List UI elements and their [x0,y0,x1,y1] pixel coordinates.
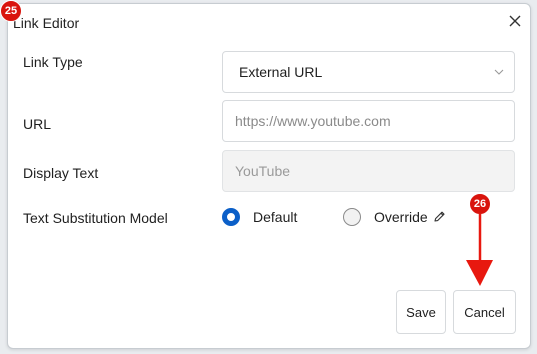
dialog-title: Link Editor [13,15,80,31]
url-input[interactable]: https://www.youtube.com [222,100,515,142]
radio-default-circle[interactable] [222,208,240,226]
substitution-label: Text Substitution Model [23,210,168,226]
url-placeholder: https://www.youtube.com [235,113,391,129]
pencil-icon[interactable] [433,210,446,224]
radio-override-label: Override [374,209,428,225]
chevron-down-icon [494,69,504,75]
display-text-label: Display Text [23,165,99,181]
link-type-select[interactable]: External URL [222,51,515,93]
link-type-label: Link Type [23,54,83,70]
annotation-badge-25: 25 [0,0,22,22]
save-button[interactable]: Save [396,290,446,334]
cancel-button[interactable]: Cancel [453,290,516,334]
link-editor-dialog: Link Editor Link Type External URL URL h… [7,3,531,349]
url-label: URL [23,116,52,132]
display-text-placeholder: YouTube [235,163,291,179]
radio-override[interactable]: Override [343,206,446,228]
radio-default[interactable]: Default [222,206,297,228]
radio-override-circle[interactable] [343,208,361,226]
close-icon[interactable] [505,11,525,31]
display-text-input[interactable]: YouTube [222,150,515,192]
link-type-value: External URL [239,64,323,80]
annotation-arrow-icon [466,214,493,286]
radio-default-label: Default [253,209,298,225]
